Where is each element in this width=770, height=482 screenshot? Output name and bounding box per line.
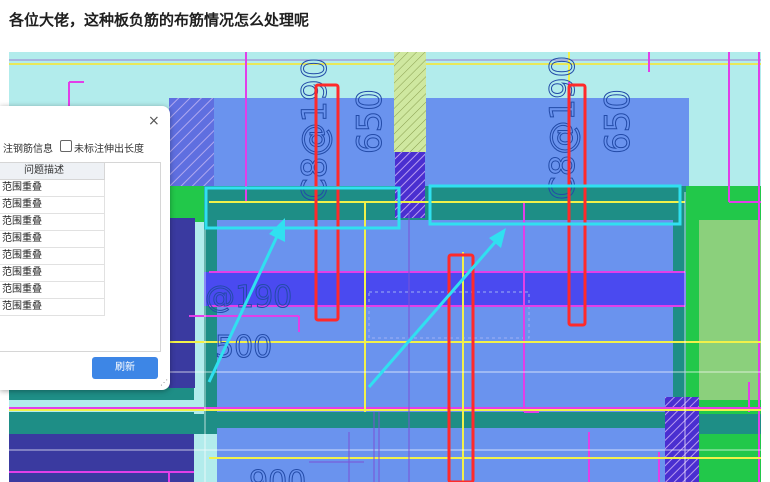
- table-cell: 范围重叠: [2, 216, 42, 227]
- option-unmarked-length-label[interactable]: 未标注伸出长度: [74, 140, 144, 155]
- table-row[interactable]: 范围重叠: [0, 265, 105, 282]
- slab-right: [699, 220, 761, 400]
- table-row[interactable]: 范围重叠: [0, 248, 105, 265]
- close-icon[interactable]: ×: [148, 113, 160, 129]
- issue-column-header: 问题描述: [24, 165, 64, 176]
- table-cell: 范围重叠: [2, 233, 42, 244]
- option-rebar-info-label[interactable]: 注钢筋信息: [3, 140, 53, 155]
- table-row[interactable]: 范围重叠: [0, 197, 105, 214]
- partial-label-bottom: 900: [249, 465, 306, 482]
- table-cell: 范围重叠: [2, 301, 42, 312]
- table-row[interactable]: 范围重叠: [0, 299, 105, 316]
- table-cell: 范围重叠: [2, 284, 42, 295]
- slab-hatch-left: [169, 98, 214, 188]
- option-unmarked-length-checkbox[interactable]: [60, 140, 72, 152]
- resize-grip-icon[interactable]: ⋰: [160, 378, 168, 387]
- table-cell: 范围重叠: [2, 267, 42, 278]
- rebar-length-right: 650: [598, 89, 638, 154]
- table-row[interactable]: 范围重叠: [0, 282, 105, 299]
- refresh-button[interactable]: 刷新: [92, 357, 158, 379]
- table-row[interactable]: 范围重叠: [0, 180, 105, 197]
- slab-lower-left: [9, 434, 194, 482]
- left-column: [169, 218, 195, 388]
- table-cell: 范围重叠: [2, 250, 42, 261]
- table-cell: 范围重叠: [2, 182, 42, 193]
- table-cell: 范围重叠: [2, 199, 42, 210]
- issue-table[interactable]: 问题描述 范围重叠 范围重叠 范围重叠 范围重叠 范围重叠 范围重叠 范围重叠 …: [0, 162, 161, 352]
- wall-hatched-top: [394, 52, 426, 152]
- issue-table-header: 问题描述: [0, 163, 105, 180]
- table-row[interactable]: 范围重叠: [0, 231, 105, 248]
- rebar-label-right: C8@190: [543, 56, 583, 200]
- post-title: 各位大佬，这种板负筋的布筋情况怎么处理呢: [9, 11, 310, 29]
- rebar-length-left: 650: [350, 89, 390, 154]
- table-row[interactable]: 范围重叠: [0, 214, 105, 231]
